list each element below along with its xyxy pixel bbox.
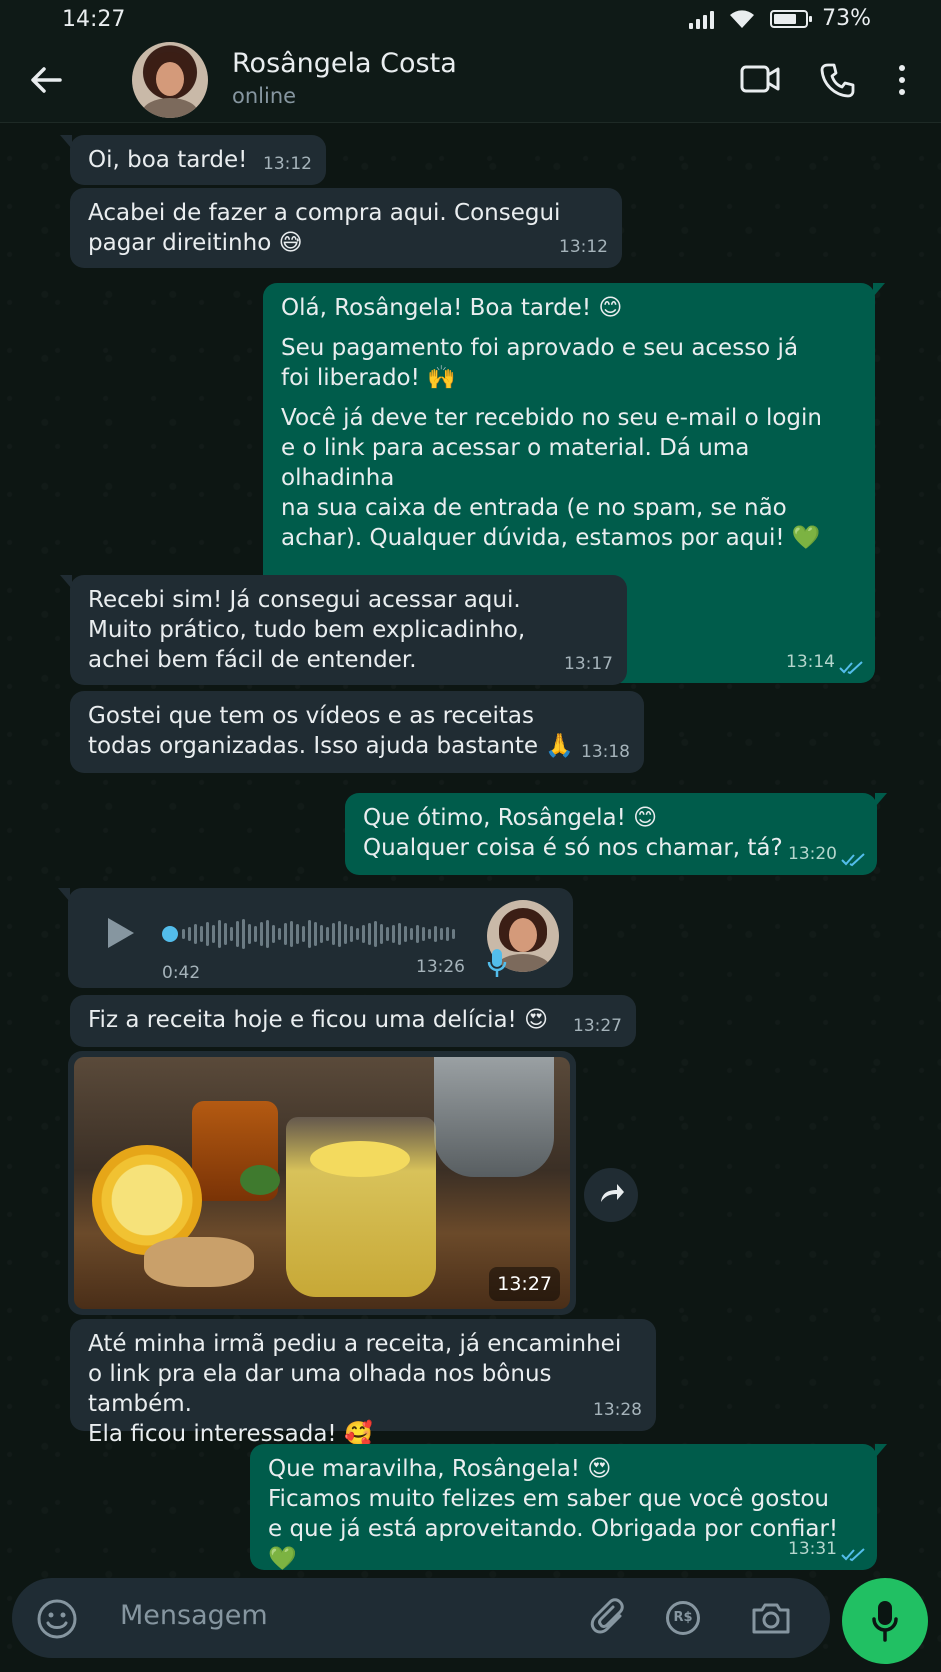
message-outgoing[interactable]: Que maravilha, Rosângela! 😍 Ficamos muit… (250, 1444, 887, 1572)
message-incoming[interactable]: Oi, boa tarde! 13:12 (60, 135, 326, 185)
message-text: Ficamos muito felizes em saber que você … (268, 1486, 829, 1512)
message-text: achar). Qualquer dúvida, estamos por aqu… (281, 525, 821, 551)
forward-button[interactable] (584, 1168, 638, 1222)
voice-duration: 0:42 (162, 963, 201, 983)
playback-handle[interactable] (162, 926, 178, 942)
message-time: 13:31 (788, 1539, 837, 1559)
message-incoming[interactable]: Gostei que tem os vídeos e as receitas t… (70, 691, 644, 773)
more-options-icon[interactable] (896, 62, 908, 98)
message-list[interactable]: Oi, boa tarde! 13:12 Acabei de fazer a c… (0, 123, 941, 1573)
chat-header: Rosângela Costa online (0, 42, 941, 123)
status-bar: 14:27 73% (0, 0, 941, 42)
message-time: 13:28 (593, 1400, 642, 1420)
message-text: todas organizadas. Isso ajuda bastante 🙏 (88, 733, 575, 759)
forward-icon (601, 1184, 624, 1202)
signal-icon (689, 9, 715, 29)
message-time: 13:27 (573, 1016, 622, 1036)
battery-percent: 73% (822, 6, 871, 31)
phone-call-icon[interactable] (820, 62, 856, 98)
message-input[interactable]: Mensagem (120, 1600, 268, 1631)
message-outgoing[interactable]: Que ótimo, Rosângela! 😊 Qualquer coisa é… (345, 793, 887, 875)
message-text: foi liberado! 🙌 (281, 365, 456, 391)
voice-message[interactable]: 0:42 13:26 (58, 888, 573, 988)
waveform[interactable] (182, 918, 522, 950)
message-text: Acabei de fazer a compra aqui. Consegui (88, 200, 561, 226)
message-text: Até minha irmã pediu a receita, já encam… (88, 1331, 622, 1357)
message-text: pagar direitinho 😅 (88, 230, 303, 256)
contact-avatar[interactable] (132, 42, 208, 118)
message-text: Qualquer coisa é só nos chamar, tá? (363, 835, 783, 861)
back-arrow-icon[interactable] (26, 60, 66, 100)
message-time: 13:18 (581, 742, 630, 762)
message-time: 13:14 (786, 652, 835, 672)
camera-icon[interactable] (750, 1600, 792, 1636)
voice-record-button[interactable] (842, 1578, 928, 1664)
contact-status: online (232, 84, 297, 108)
message-text: Recebi sim! Já consegui acessar aqui. (88, 587, 521, 613)
emoji-icon[interactable] (36, 1598, 78, 1640)
read-ticks-icon (839, 661, 863, 675)
wifi-icon (730, 9, 755, 28)
message-incoming[interactable]: Até minha irmã pediu a receita, já encam… (70, 1319, 656, 1447)
message-time: 13:17 (564, 654, 613, 674)
message-text: Seu pagamento foi aprovado e seu acesso … (281, 335, 799, 361)
read-ticks-icon (841, 853, 865, 867)
message-time: 13:12 (263, 154, 312, 174)
message-incoming[interactable]: Acabei de fazer a compra aqui. Consegui … (70, 188, 622, 268)
battery-icon (770, 9, 813, 28)
message-text: Você já deve ter recebido no seu e-mail … (281, 405, 822, 431)
message-text: na sua caixa de entrada (e no spam, se n… (281, 495, 787, 521)
read-ticks-icon (841, 1548, 865, 1562)
message-text: Que maravilha, Rosângela! 😍 (268, 1456, 612, 1482)
message-text: Que ótimo, Rosângela! 😊 (363, 805, 658, 831)
contact-name[interactable]: Rosângela Costa (232, 48, 457, 79)
message-text: o link pra ela dar uma olhada nos bônus … (88, 1361, 552, 1417)
status-time: 14:27 (62, 7, 126, 32)
message-time: 13:26 (416, 957, 465, 977)
message-composer: Mensagem R$ (12, 1578, 830, 1658)
recipe-photo[interactable]: 13:27 (74, 1057, 570, 1309)
attach-icon[interactable] (590, 1598, 630, 1638)
image-message[interactable]: 13:27 (68, 1051, 576, 1315)
play-icon[interactable] (108, 918, 134, 948)
message-text: Olá, Rosângela! Boa tarde! 😊 (281, 295, 623, 321)
message-incoming[interactable]: Fiz a receita hoje e ficou uma delícia! … (70, 995, 636, 1047)
microphone-icon (872, 1601, 898, 1642)
message-text: e o link para acessar o material. Dá uma… (281, 435, 750, 491)
payment-icon[interactable]: R$ (666, 1601, 700, 1635)
message-time: 13:20 (788, 844, 837, 864)
message-incoming[interactable]: Recebi sim! Já consegui acessar aqui. Mu… (60, 575, 627, 685)
video-call-icon[interactable] (740, 62, 780, 96)
message-text: e que já está aproveitando. Obrigada por… (268, 1516, 839, 1572)
message-time: 13:12 (559, 237, 608, 257)
message-time: 13:27 (489, 1267, 560, 1301)
message-text: Muito prático, tudo bem explicadinho, (88, 617, 526, 643)
message-text: Fiz a receita hoje e ficou uma delícia! … (88, 1007, 549, 1033)
message-text: achei bem fácil de entender. (88, 647, 417, 673)
microphone-icon (487, 949, 507, 977)
message-text: Gostei que tem os vídeos e as receitas (88, 703, 534, 729)
